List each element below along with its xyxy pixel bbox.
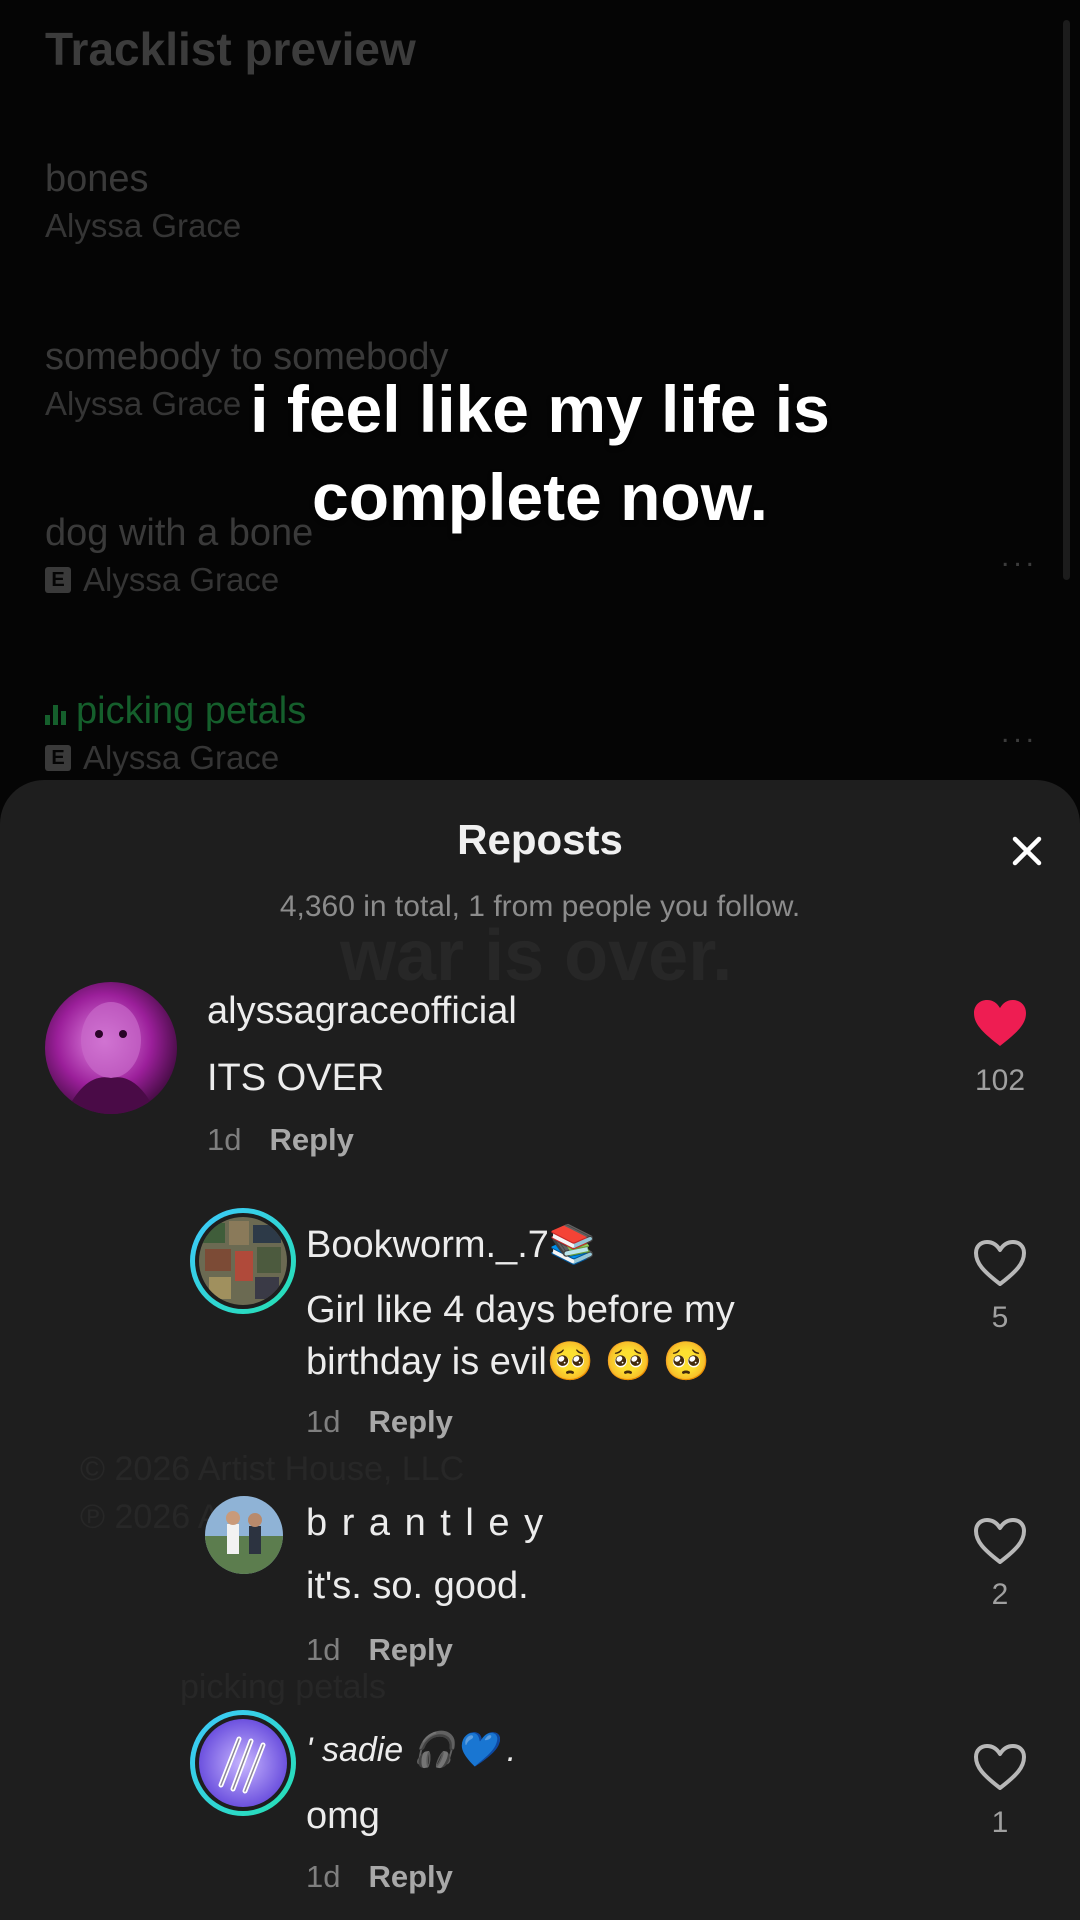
explicit-badge: E [45,567,71,593]
like-count: 1 [991,1806,1009,1839]
like-count: 5 [991,1301,1009,1334]
reply-button[interactable]: Reply [368,1404,452,1439]
comment-time: 1d [306,1404,341,1439]
comment-username[interactable]: Bookworm._.7📚 [306,1223,596,1267]
comment-time: 1d [207,1122,242,1157]
avatar [199,1719,287,1807]
comment-text: it's. so. good. [306,1565,529,1607]
reposts-summary: 4,360 in total, 1 from people you follow… [279,890,801,923]
sheet-title: Reposts [457,816,623,863]
comment-username[interactable]: ' sadie 🎧💙 . [306,1730,516,1770]
reply-button[interactable]: Reply [368,1632,452,1667]
comment-time: 1d [306,1859,341,1894]
reply-button[interactable]: Reply [269,1122,353,1157]
comment-meta: 1d Reply [306,1859,453,1895]
tracklist-header: Tracklist preview [45,23,416,75]
reply-button[interactable]: Reply [368,1859,452,1894]
ghost-text: war is over. [340,915,732,997]
avatar[interactable] [205,1496,283,1574]
story-ring[interactable] [190,1208,296,1314]
track-item[interactable]: bones Alyssa Grace [45,158,241,245]
comment-text: ITS OVER [207,1057,385,1099]
track-more-icon[interactable]: ... [1001,540,1038,574]
track-more-icon[interactable]: ... [1001,716,1038,750]
heart-outline-icon[interactable] [972,1238,1028,1288]
close-icon [1012,836,1042,866]
like-count: 102 [974,1064,1026,1097]
like-count: 2 [991,1578,1009,1611]
comment-time: 1d [306,1632,341,1667]
reposts-sheet: war is over. © 2026 Artist House, LLC ℗ … [0,780,1080,1920]
comment-text: omg [306,1795,380,1837]
track-name: bones [45,158,149,200]
comment-text: Girl like 4 days before my birthday is e… [306,1289,735,1383]
ghost-text: picking petals [180,1668,386,1707]
explicit-badge: E [45,745,71,771]
track-name: picking petals [45,690,306,733]
ghost-text: © 2026 Artist House, LLC [80,1450,464,1489]
avatar[interactable] [45,982,177,1114]
comment-username[interactable]: b r a n t l e y [306,1502,545,1545]
comment-meta: 1d Reply [207,1122,354,1158]
avatar [199,1217,287,1305]
video-caption: i feel like my life is complete now. [250,372,830,534]
equalizer-icon [45,699,66,725]
heart-outline-icon[interactable] [972,1516,1028,1566]
track-artist: E Alyssa Grace [45,561,313,599]
track-artist: E Alyssa Grace [45,739,306,777]
close-button[interactable] [1004,828,1050,874]
heart-outline-icon[interactable] [972,1742,1028,1792]
comment-meta: 1d Reply [306,1632,453,1668]
track-item-playing[interactable]: picking petals E Alyssa Grace [45,690,306,777]
ghost-text: ℗ 2026 A [80,1498,220,1537]
track-artist: Alyssa Grace [45,207,242,244]
comment-meta: 1d Reply [306,1404,453,1440]
comment-username[interactable]: alyssagraceofficial [207,990,517,1033]
story-ring[interactable] [190,1710,296,1816]
heart-filled-icon[interactable] [972,998,1028,1048]
